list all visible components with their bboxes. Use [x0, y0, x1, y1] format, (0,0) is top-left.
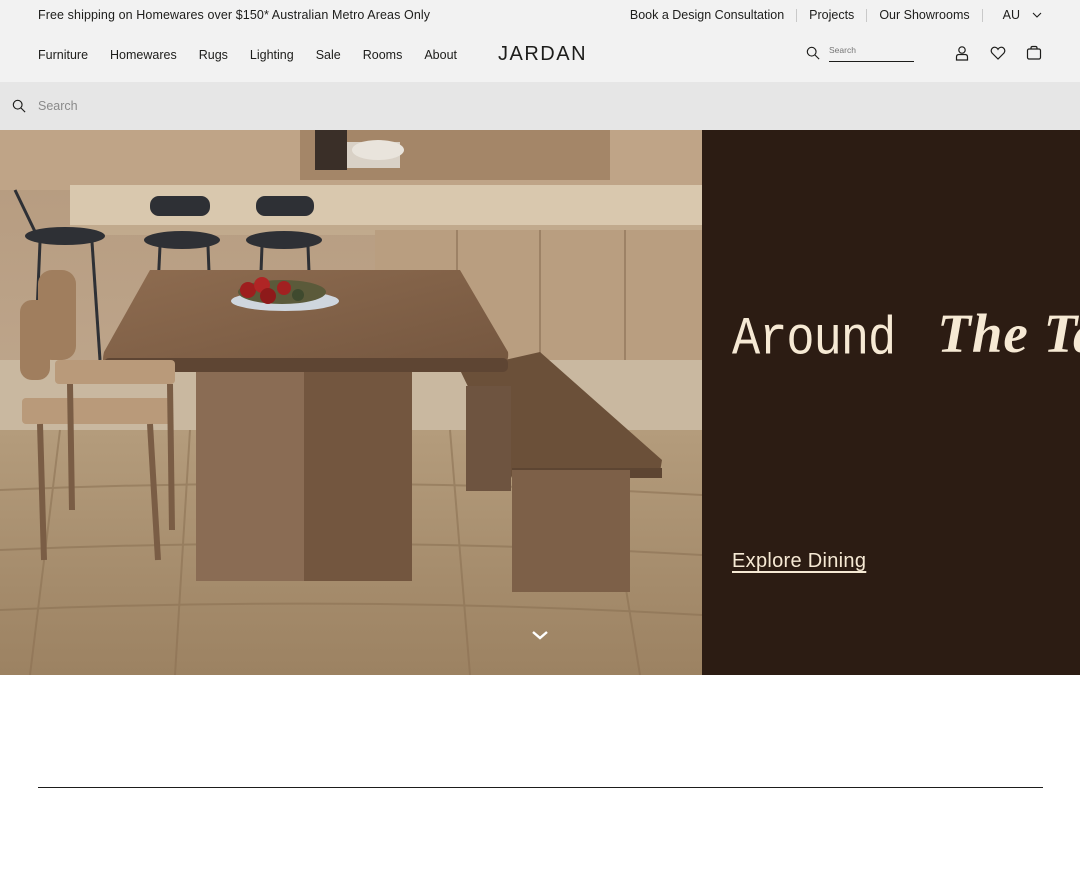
search-input[interactable]: [38, 96, 938, 116]
country-label: AU: [1002, 8, 1020, 22]
main-header: Furniture Homewares Rugs Lighting Sale R…: [0, 30, 1080, 82]
hero-title-part1: Around: [732, 310, 896, 371]
search-bar: [0, 82, 1080, 130]
nav-item-lighting[interactable]: Lighting: [250, 48, 294, 62]
hero-title-part2: The Table: [937, 303, 1080, 364]
primary-nav: Furniture Homewares Rugs Lighting Sale R…: [38, 48, 479, 62]
nav-item-about[interactable]: About: [424, 48, 457, 62]
link-book-design-consultation[interactable]: Book a Design Consultation: [618, 8, 796, 22]
link-projects[interactable]: Projects: [797, 8, 866, 22]
promo-text: Free shipping on Homewares over $150* Au…: [38, 8, 431, 22]
utility-links: Book a Design Consultation Projects Our …: [618, 0, 1042, 30]
wishlist-icon[interactable]: [990, 45, 1006, 61]
account-icon[interactable]: [954, 45, 970, 61]
link-our-showrooms[interactable]: Our Showrooms: [867, 8, 981, 22]
nav-item-rugs[interactable]: Rugs: [199, 48, 228, 62]
promo-bar: Free shipping on Homewares over $150* Au…: [0, 0, 1080, 30]
nav-item-homewares[interactable]: Homewares: [110, 48, 177, 62]
hero-text-panel: Around The Table Explore Dining: [702, 130, 1080, 675]
search-icon: [12, 99, 26, 113]
header-tools: [806, 44, 1042, 62]
search-icon[interactable]: [806, 46, 820, 60]
header-search-input[interactable]: [829, 44, 914, 62]
hero-title: Around The Table: [732, 302, 1080, 371]
nav-item-rooms[interactable]: Rooms: [363, 48, 403, 62]
country-selector[interactable]: AU: [983, 8, 1042, 22]
nav-item-furniture[interactable]: Furniture: [38, 48, 88, 62]
hero-image[interactable]: [0, 130, 702, 675]
dining-room-illustration: [0, 130, 702, 675]
explore-dining-link[interactable]: Explore Dining: [732, 550, 866, 573]
brand-logo[interactable]: JARDAN: [498, 43, 587, 66]
header-search: [806, 44, 914, 62]
cart-icon[interactable]: [1026, 45, 1042, 61]
hero-banner: Around The Table Explore Dining: [0, 130, 1080, 675]
section-divider: [38, 787, 1043, 788]
nav-item-sale[interactable]: Sale: [316, 48, 341, 62]
chevron-down-icon: [1032, 12, 1042, 18]
